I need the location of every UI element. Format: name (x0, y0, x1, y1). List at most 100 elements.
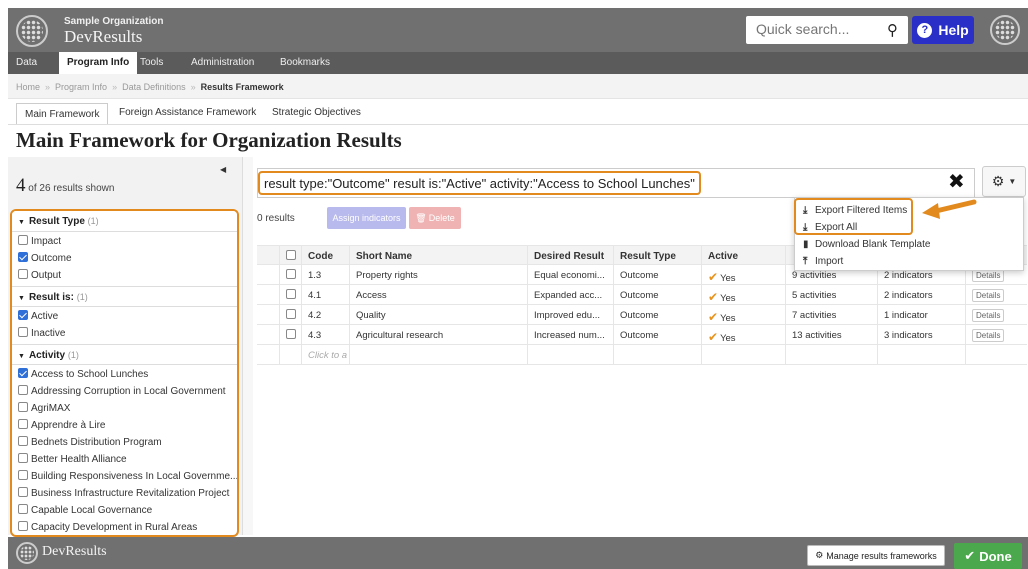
facet-option-activity[interactable]: Apprendre à Lire (12, 416, 237, 433)
column-header-short-name[interactable]: Short Name (349, 246, 527, 264)
drag-handle[interactable] (257, 305, 279, 324)
facet-option-active[interactable]: Active (12, 307, 237, 324)
logo-icon[interactable] (16, 15, 48, 47)
drag-handle[interactable] (257, 285, 279, 304)
delete-button[interactable]: 🗑 Delete (409, 207, 461, 229)
checkbox[interactable] (18, 453, 28, 463)
add-row[interactable]: Click to a (257, 345, 1027, 365)
checkbox[interactable] (18, 327, 28, 337)
clear-filter-icon[interactable]: ✖ (948, 169, 965, 194)
settings-dropdown-button[interactable]: ⚙ ▼ (982, 166, 1026, 197)
facet-header-result-is[interactable]: ▼ Result is: (1) (12, 286, 237, 307)
breadcrumb-data-definitions[interactable]: Data Definitions (122, 82, 186, 92)
search-icon[interactable]: ⚲ (887, 21, 898, 39)
table-row[interactable]: 4.2 Quality Improved edu... Outcome ✔ Yes… (257, 305, 1027, 325)
tab-foreign-assistance[interactable]: Foreign Assistance Framework (119, 107, 256, 118)
facet-option-activity[interactable]: Business Infrastructure Revitalization P… (12, 484, 237, 501)
org-logo-icon[interactable] (990, 15, 1020, 45)
details-button[interactable]: Details (972, 289, 1005, 302)
filter-query[interactable]: result type:"Outcome" result is:"Active"… (258, 171, 701, 195)
details-button[interactable]: Details (972, 329, 1005, 342)
nav-tools[interactable]: Tools (140, 57, 163, 68)
menu-item-download-template[interactable]: ▮ Download Blank Template (803, 239, 930, 250)
facet-count: (1) (67, 350, 79, 360)
checkbox[interactable] (18, 368, 28, 378)
facet-option-outcome[interactable]: Outcome (12, 249, 237, 266)
facet-option-activity[interactable]: Bednets Distribution Program (12, 433, 237, 450)
checkbox[interactable] (18, 402, 28, 412)
indicators-cell[interactable]: 2 indicators (877, 285, 965, 304)
option-label: Bednets Distribution Program (31, 437, 162, 448)
row-checkbox[interactable] (286, 269, 296, 279)
facet-option-inactive[interactable]: Inactive (12, 324, 237, 341)
table-row[interactable]: 4.1 Access Expanded acc... Outcome ✔ Yes … (257, 285, 1027, 305)
facet-option-output[interactable]: Output (12, 266, 237, 283)
checkbox[interactable] (18, 235, 28, 245)
nav-bookmarks[interactable]: Bookmarks (280, 57, 330, 68)
menu-item-import[interactable]: ⤒ Import (803, 256, 843, 267)
details-button[interactable]: Details (972, 309, 1005, 322)
desired-result-cell: Equal economi... (527, 265, 613, 284)
table-row[interactable]: 4.3 Agricultural research Increased num.… (257, 325, 1027, 345)
checkbox[interactable] (18, 504, 28, 514)
activities-cell[interactable]: 13 activities (785, 325, 877, 344)
checkbox[interactable] (18, 521, 28, 531)
column-header-active[interactable]: Active (701, 246, 785, 264)
assign-indicators-button[interactable]: Assign indicators (327, 207, 406, 229)
checkbox[interactable] (18, 487, 28, 497)
nav-administration[interactable]: Administration (191, 57, 254, 68)
facet-option-activity[interactable]: Capacity Development in Rural Areas (12, 518, 237, 535)
collapse-left-icon[interactable]: ◀ (220, 165, 226, 174)
filter-search-box[interactable]: result type:"Outcome" result is:"Active"… (257, 168, 975, 198)
checkbox[interactable] (18, 470, 28, 480)
column-header-desired-result[interactable]: Desired Result (527, 246, 613, 264)
short-name-cell: Property rights (349, 265, 527, 284)
app-name[interactable]: DevResults (64, 27, 142, 47)
tab-main-framework[interactable]: Main Framework (16, 103, 109, 125)
indicators-cell[interactable]: 1 indicator (877, 305, 965, 324)
column-header-result-type[interactable]: Result Type (613, 246, 701, 264)
add-row-placeholder[interactable]: Click to a (301, 345, 349, 364)
indicators-cell[interactable]: 3 indicators (877, 325, 965, 344)
facet-option-impact[interactable]: Impact (12, 232, 237, 249)
breadcrumb-program-info[interactable]: Program Info (55, 82, 107, 92)
upload-icon: ⤒ (803, 256, 808, 267)
facet-option-activity[interactable]: Access to School Lunches (12, 365, 237, 382)
column-header-code[interactable]: Code (301, 246, 349, 264)
facet-option-activity[interactable]: Better Health Alliance (12, 450, 237, 467)
facet-option-activity[interactable]: Building Responsiveness In Local Governm… (12, 467, 237, 484)
drag-handle[interactable] (257, 265, 279, 284)
pane-splitter[interactable] (243, 157, 253, 535)
select-all-checkbox[interactable] (286, 250, 296, 260)
facet-option-activity[interactable]: Capable Local Governance (12, 501, 237, 518)
check-icon: ✔ (708, 290, 719, 304)
search-input[interactable] (746, 16, 866, 42)
option-label: Better Health Alliance (31, 454, 127, 465)
row-checkbox[interactable] (286, 289, 296, 299)
activities-cell[interactable]: 7 activities (785, 305, 877, 324)
facet-header-result-type[interactable]: ▼ Result Type (1) (12, 211, 237, 232)
facet-header-activity[interactable]: ▼ Activity (1) (12, 344, 237, 365)
checkbox[interactable] (18, 436, 28, 446)
facet-option-activity[interactable]: AgriMAX (12, 399, 237, 416)
help-button[interactable]: ? Help (912, 16, 974, 44)
breadcrumb-home[interactable]: Home (16, 82, 40, 92)
code-cell: 4.1 (301, 285, 349, 304)
facet-option-activity[interactable]: Addressing Corruption in Local Governmen… (12, 382, 237, 399)
checkbox[interactable] (18, 252, 28, 262)
check-icon: ✔ (708, 330, 719, 344)
checkbox[interactable] (18, 385, 28, 395)
nav-program-info[interactable]: Program Info (59, 52, 138, 74)
checkbox[interactable] (18, 419, 28, 429)
manage-frameworks-button[interactable]: ⚙ Manage results frameworks (807, 545, 945, 566)
drag-handle[interactable] (257, 325, 279, 344)
activities-cell[interactable]: 5 activities (785, 285, 877, 304)
checkbox[interactable] (18, 269, 28, 279)
row-checkbox[interactable] (286, 329, 296, 339)
row-checkbox[interactable] (286, 309, 296, 319)
done-button[interactable]: ✔ Done (954, 543, 1022, 569)
tab-strategic-objectives[interactable]: Strategic Objectives (272, 107, 361, 118)
nav-data[interactable]: Data (16, 57, 37, 68)
result-type-cell: Outcome (613, 305, 701, 324)
checkbox[interactable] (18, 310, 28, 320)
